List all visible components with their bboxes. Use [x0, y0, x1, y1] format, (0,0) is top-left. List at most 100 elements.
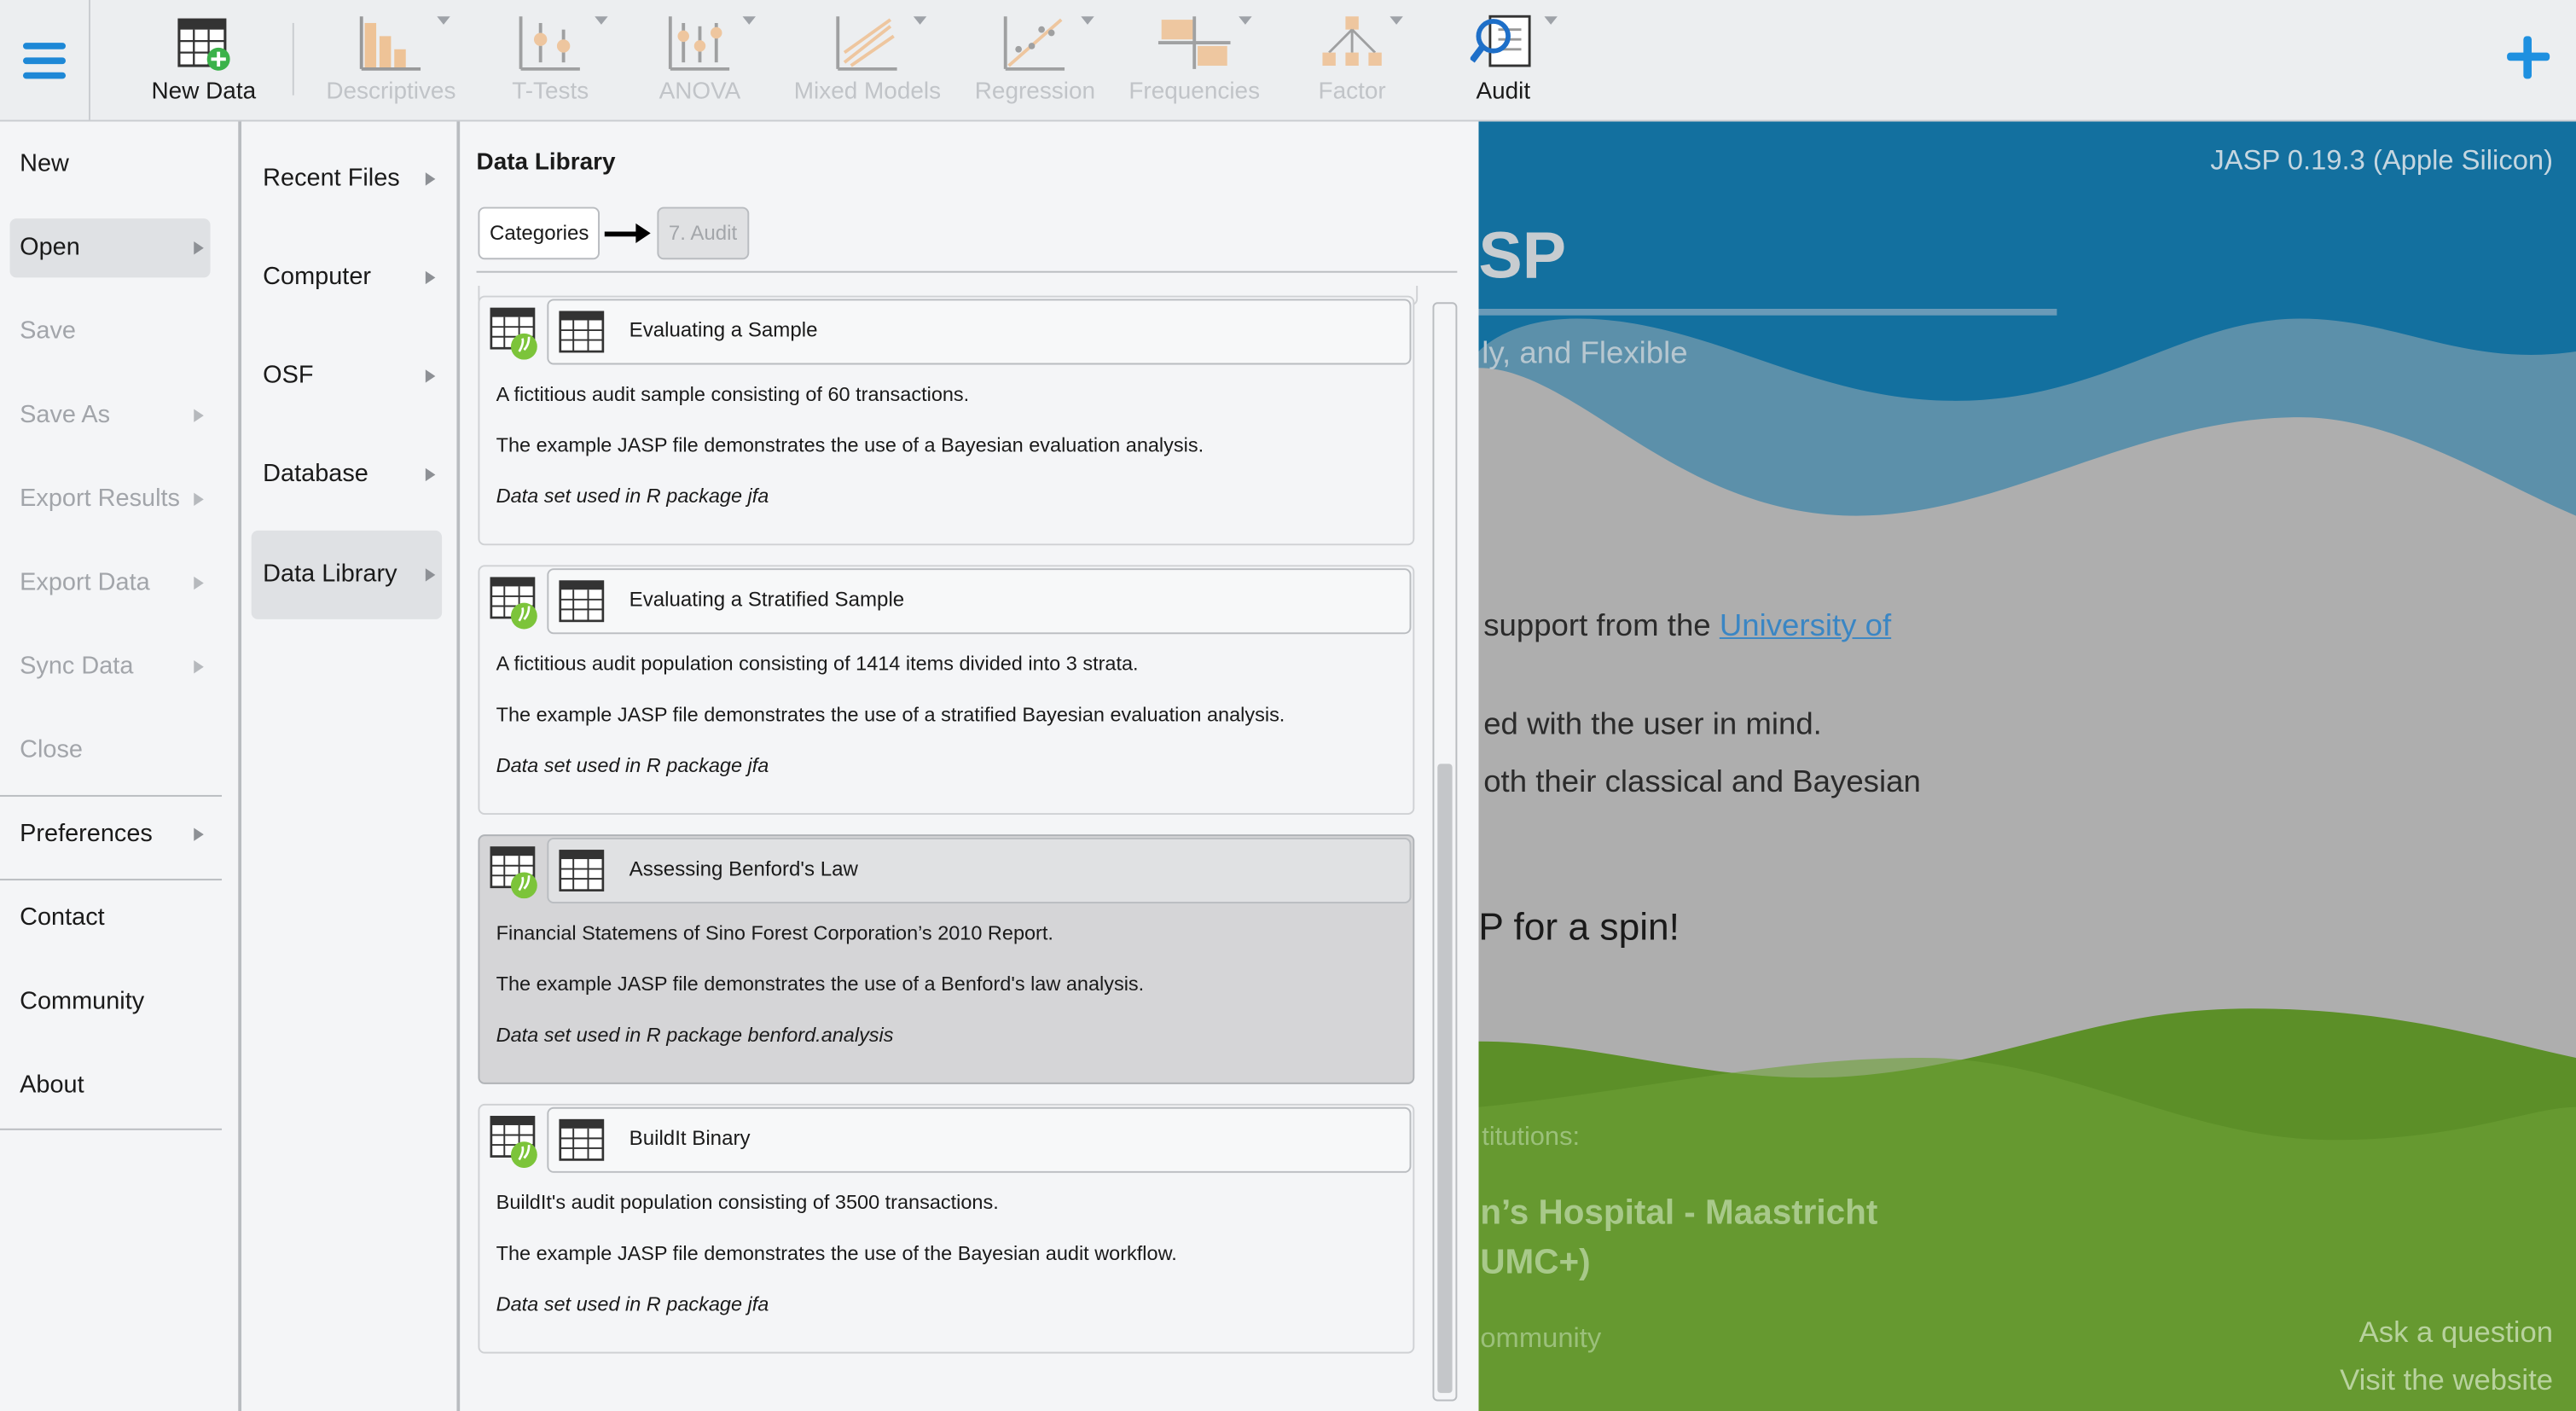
mixed-models-icon: [788, 7, 946, 73]
dataset-description: BuildIt's audit population consisting of…: [496, 1190, 999, 1214]
arrow-right-icon: [604, 223, 651, 243]
tool-frequencies[interactable]: Frequencies: [1127, 7, 1262, 108]
menu-item-community[interactable]: Community: [10, 973, 211, 1031]
menu-label: Open: [20, 233, 80, 262]
open-dataset-button[interactable]: Evaluating a Sample: [547, 299, 1412, 365]
submenu-label: Data Library: [263, 560, 397, 589]
menu-label: Sync Data: [20, 652, 134, 681]
community-link[interactable]: ommunity: [1480, 1322, 1601, 1356]
tool-regression[interactable]: Regression: [972, 7, 1097, 108]
menu-item-export-results[interactable]: Export Results: [10, 470, 211, 529]
tool-anova[interactable]: ANOVA: [647, 7, 756, 108]
open-dataset-button[interactable]: BuildIt Binary: [547, 1106, 1412, 1173]
anova-icon: [647, 7, 756, 73]
breadcrumb-categories[interactable]: Categories: [478, 206, 600, 260]
welcome-spin: P for a spin!: [1478, 904, 1680, 949]
arrow-right-icon: [194, 576, 204, 590]
jasp-file-icon[interactable]: [490, 846, 537, 899]
panel-divider: [476, 270, 1458, 273]
arrow-right-icon: [425, 270, 436, 285]
menu-item-about[interactable]: About: [10, 1056, 211, 1115]
chevron-down-icon: [595, 16, 608, 25]
new-data-button[interactable]: New Data: [144, 7, 263, 108]
open-dataset-button[interactable]: Assessing Benford's Law: [547, 838, 1412, 904]
factor-label: Factor: [1318, 78, 1386, 106]
open-item-recent-files[interactable]: Recent Files: [252, 135, 442, 224]
menu-label: Save: [20, 316, 76, 345]
arrow-right-icon: [194, 409, 204, 422]
welcome-line-classical: oth their classical and Bayesian: [1483, 765, 1921, 800]
dataset-card[interactable]: BuildIt Binary BuildIt's audit populatio…: [478, 1103, 1415, 1354]
dataset-example-note: The example JASP file demonstrates the u…: [496, 703, 1285, 727]
data-table-icon: [559, 1118, 605, 1170]
dataset-source: Data set used in R package jfa: [496, 1292, 769, 1316]
open-item-data-library[interactable]: Data Library: [251, 530, 443, 619]
dataset-title: Assessing Benford's Law: [629, 857, 858, 881]
data-table-icon: [559, 849, 605, 900]
dataset-description: A fictitious audit population consisting…: [496, 652, 1139, 676]
menu-item-export-data[interactable]: Export Data: [10, 554, 211, 613]
chevron-down-icon: [742, 16, 756, 25]
menu-label: Contact: [20, 903, 105, 932]
chevron-down-icon: [1081, 16, 1094, 25]
hospital-line1: n’s Hospital - Maastricht: [1480, 1193, 1878, 1233]
dataset-card[interactable]: Evaluating a Sample A fictitious audit s…: [478, 295, 1415, 546]
add-module-button[interactable]: [2500, 30, 2556, 85]
tool-t-tests[interactable]: T-Tests: [493, 7, 608, 108]
ask-question-link[interactable]: Ask a question: [2359, 1315, 2553, 1350]
menu-item-contact[interactable]: Contact: [10, 889, 211, 948]
chevron-down-icon: [1544, 16, 1558, 25]
new-data-label: New Data: [151, 78, 257, 106]
menu-item-close[interactable]: Close: [10, 721, 211, 780]
factor-icon: [1311, 7, 1403, 73]
arrow-right-icon: [425, 369, 436, 383]
submenu-label: OSF: [263, 361, 314, 390]
menu-label: Export Results: [20, 485, 180, 513]
open-dataset-button[interactable]: Evaluating a Stratified Sample: [547, 568, 1412, 635]
chevron-down-icon: [437, 16, 450, 25]
tool-mixed-models[interactable]: Mixed Models: [788, 7, 946, 108]
breadcrumb-current: 7. Audit: [657, 206, 749, 260]
ribbon-toolbar: New Data Descriptives T-Tests ANOVA Mixe…: [0, 0, 2576, 122]
tool-factor[interactable]: Factor: [1311, 7, 1403, 108]
arrow-right-icon: [194, 660, 204, 674]
institutions-label: titutions:: [1482, 1124, 1581, 1152]
dataset-card[interactable]: Assessing Benford's Law Financial Statem…: [478, 834, 1415, 1084]
scrollbar-thumb[interactable]: [1437, 764, 1453, 1393]
menu-item-open[interactable]: Open: [9, 218, 211, 278]
dataset-card[interactable]: Evaluating a Stratified Sample A fictiti…: [478, 565, 1415, 816]
frequencies-icon: [1127, 7, 1262, 73]
menu-label: Preferences: [20, 819, 153, 848]
dataset-example-note: The example JASP file demonstrates the u…: [496, 1241, 1177, 1265]
main-menu-button[interactable]: [0, 0, 90, 120]
list-scrollbar[interactable]: [1432, 302, 1458, 1402]
jasp-file-icon[interactable]: [490, 307, 537, 360]
audit-icon: [1462, 7, 1558, 73]
tool-audit[interactable]: Audit: [1462, 7, 1558, 108]
menu-item-save[interactable]: Save: [10, 302, 211, 361]
jasp-file-icon[interactable]: [490, 1115, 537, 1169]
menu-divider: [0, 794, 223, 797]
open-item-osf[interactable]: OSF: [252, 332, 442, 421]
submenu-label: Computer: [263, 263, 372, 291]
visit-website-link[interactable]: Visit the website: [2340, 1363, 2553, 1397]
menu-item-new[interactable]: New: [10, 135, 211, 194]
menu-item-save-as[interactable]: Save As: [10, 386, 211, 444]
dataset-source: Data set used in R package benford.analy…: [496, 1023, 894, 1047]
menu-label: Close: [20, 735, 83, 764]
menu-divider: [0, 1128, 223, 1130]
regression-icon: [972, 7, 1097, 73]
arrow-right-icon: [425, 568, 436, 582]
menu-divider: [0, 879, 223, 881]
tool-descriptives[interactable]: Descriptives: [322, 7, 460, 108]
chevron-down-icon: [1239, 16, 1252, 25]
open-item-computer[interactable]: Computer: [252, 233, 442, 322]
jasp-file-icon[interactable]: [490, 577, 537, 630]
welcome-line-user: ed with the user in mind.: [1483, 707, 1822, 743]
open-item-database[interactable]: Database: [252, 430, 442, 519]
menu-item-sync-data[interactable]: Sync Data: [10, 637, 211, 696]
arrow-right-icon: [194, 827, 204, 841]
menu-label: About: [20, 1071, 84, 1100]
menu-item-preferences[interactable]: Preferences: [10, 804, 211, 863]
university-link[interactable]: University of: [1720, 609, 1891, 643]
